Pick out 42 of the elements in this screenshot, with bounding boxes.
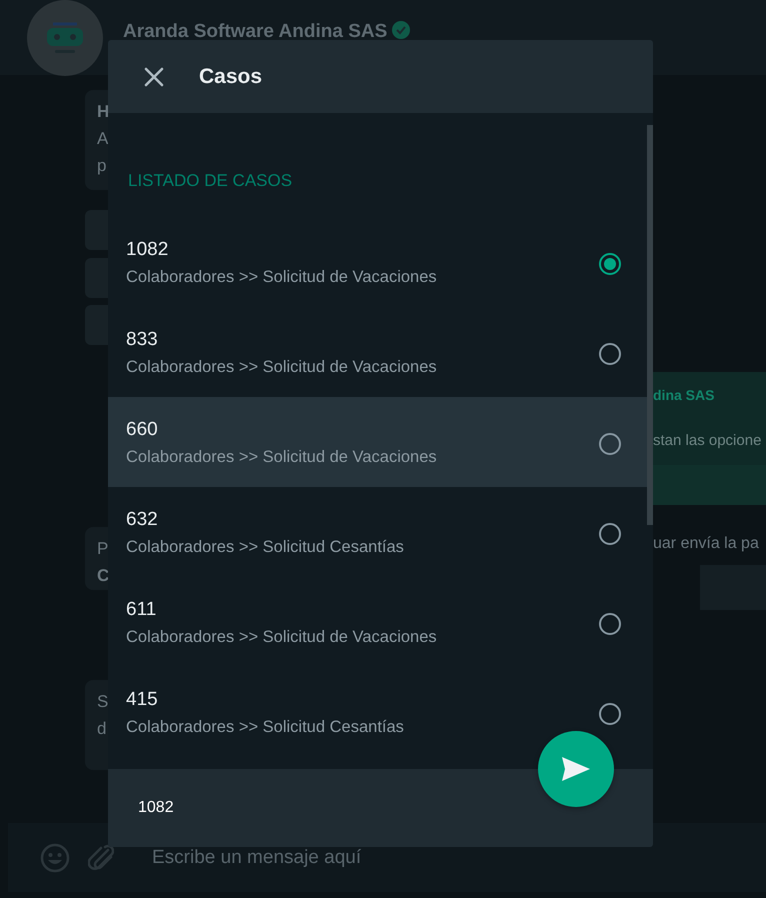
radio-button[interactable] <box>599 253 621 275</box>
case-number: 833 <box>126 328 159 350</box>
message-text: d <box>97 718 106 740</box>
case-category: Colaboradores >> Solicitud de Vacaciones <box>126 356 438 378</box>
radio-button[interactable] <box>599 523 621 545</box>
close-icon[interactable] <box>144 66 164 86</box>
radio-button[interactable] <box>599 703 621 725</box>
case-number: 660 <box>126 418 159 440</box>
emoji-icon <box>40 842 70 872</box>
case-item[interactable]: 660 Colaboradores >> Solicitud de Vacaciones <box>108 397 647 487</box>
case-number: 632 <box>126 508 159 530</box>
case-category: Colaboradores >> Solicitud de Vacaciones <box>126 446 438 468</box>
case-item[interactable]: 415 Colaboradores >> Solicitud Cesantías <box>108 667 647 757</box>
message-text: uar envía la pa <box>653 535 759 553</box>
case-item[interactable]: 1082 Colaboradores >> Solicitud de Vacaciones <box>108 217 647 307</box>
radio-button[interactable] <box>599 613 621 635</box>
section-title: LISTADO DE CASOS <box>127 170 294 192</box>
radio-button[interactable] <box>599 433 621 455</box>
send-icon <box>561 756 591 782</box>
message-text: A <box>97 128 108 150</box>
selected-value: 1082 <box>138 799 174 817</box>
message-text: C <box>97 565 110 587</box>
message-text: p <box>97 155 106 177</box>
case-category: Colaboradores >> Solicitud de Vacaciones <box>126 266 438 288</box>
case-item[interactable]: 632 Colaboradores >> Solicitud Cesantías <box>108 487 647 577</box>
case-category: Colaboradores >> Solicitud Cesantías <box>126 536 405 558</box>
case-item[interactable]: 833 Colaboradores >> Solicitud de Vacaciones <box>108 307 647 397</box>
case-category: Colaboradores >> Solicitud Cesantías <box>126 716 405 738</box>
contact-name: Aranda Software Andina SAS <box>123 22 388 40</box>
modal-title: Casos <box>199 64 262 88</box>
sender-name: dina SAS <box>653 386 714 405</box>
case-category: Colaboradores >> Solicitud de Vacaciones <box>126 626 438 648</box>
message-text: H <box>97 101 110 123</box>
radio-button[interactable] <box>599 343 621 365</box>
case-number: 611 <box>126 598 158 620</box>
case-number: 1082 <box>126 238 170 260</box>
avatar-icon <box>27 0 103 76</box>
case-number: 415 <box>126 688 159 710</box>
message-text: stan las opcione <box>653 432 762 449</box>
message-text: P <box>97 538 108 560</box>
message-text: S <box>97 691 108 713</box>
case-item[interactable]: 611 Colaboradores >> Solicitud de Vacaciones <box>108 577 647 667</box>
